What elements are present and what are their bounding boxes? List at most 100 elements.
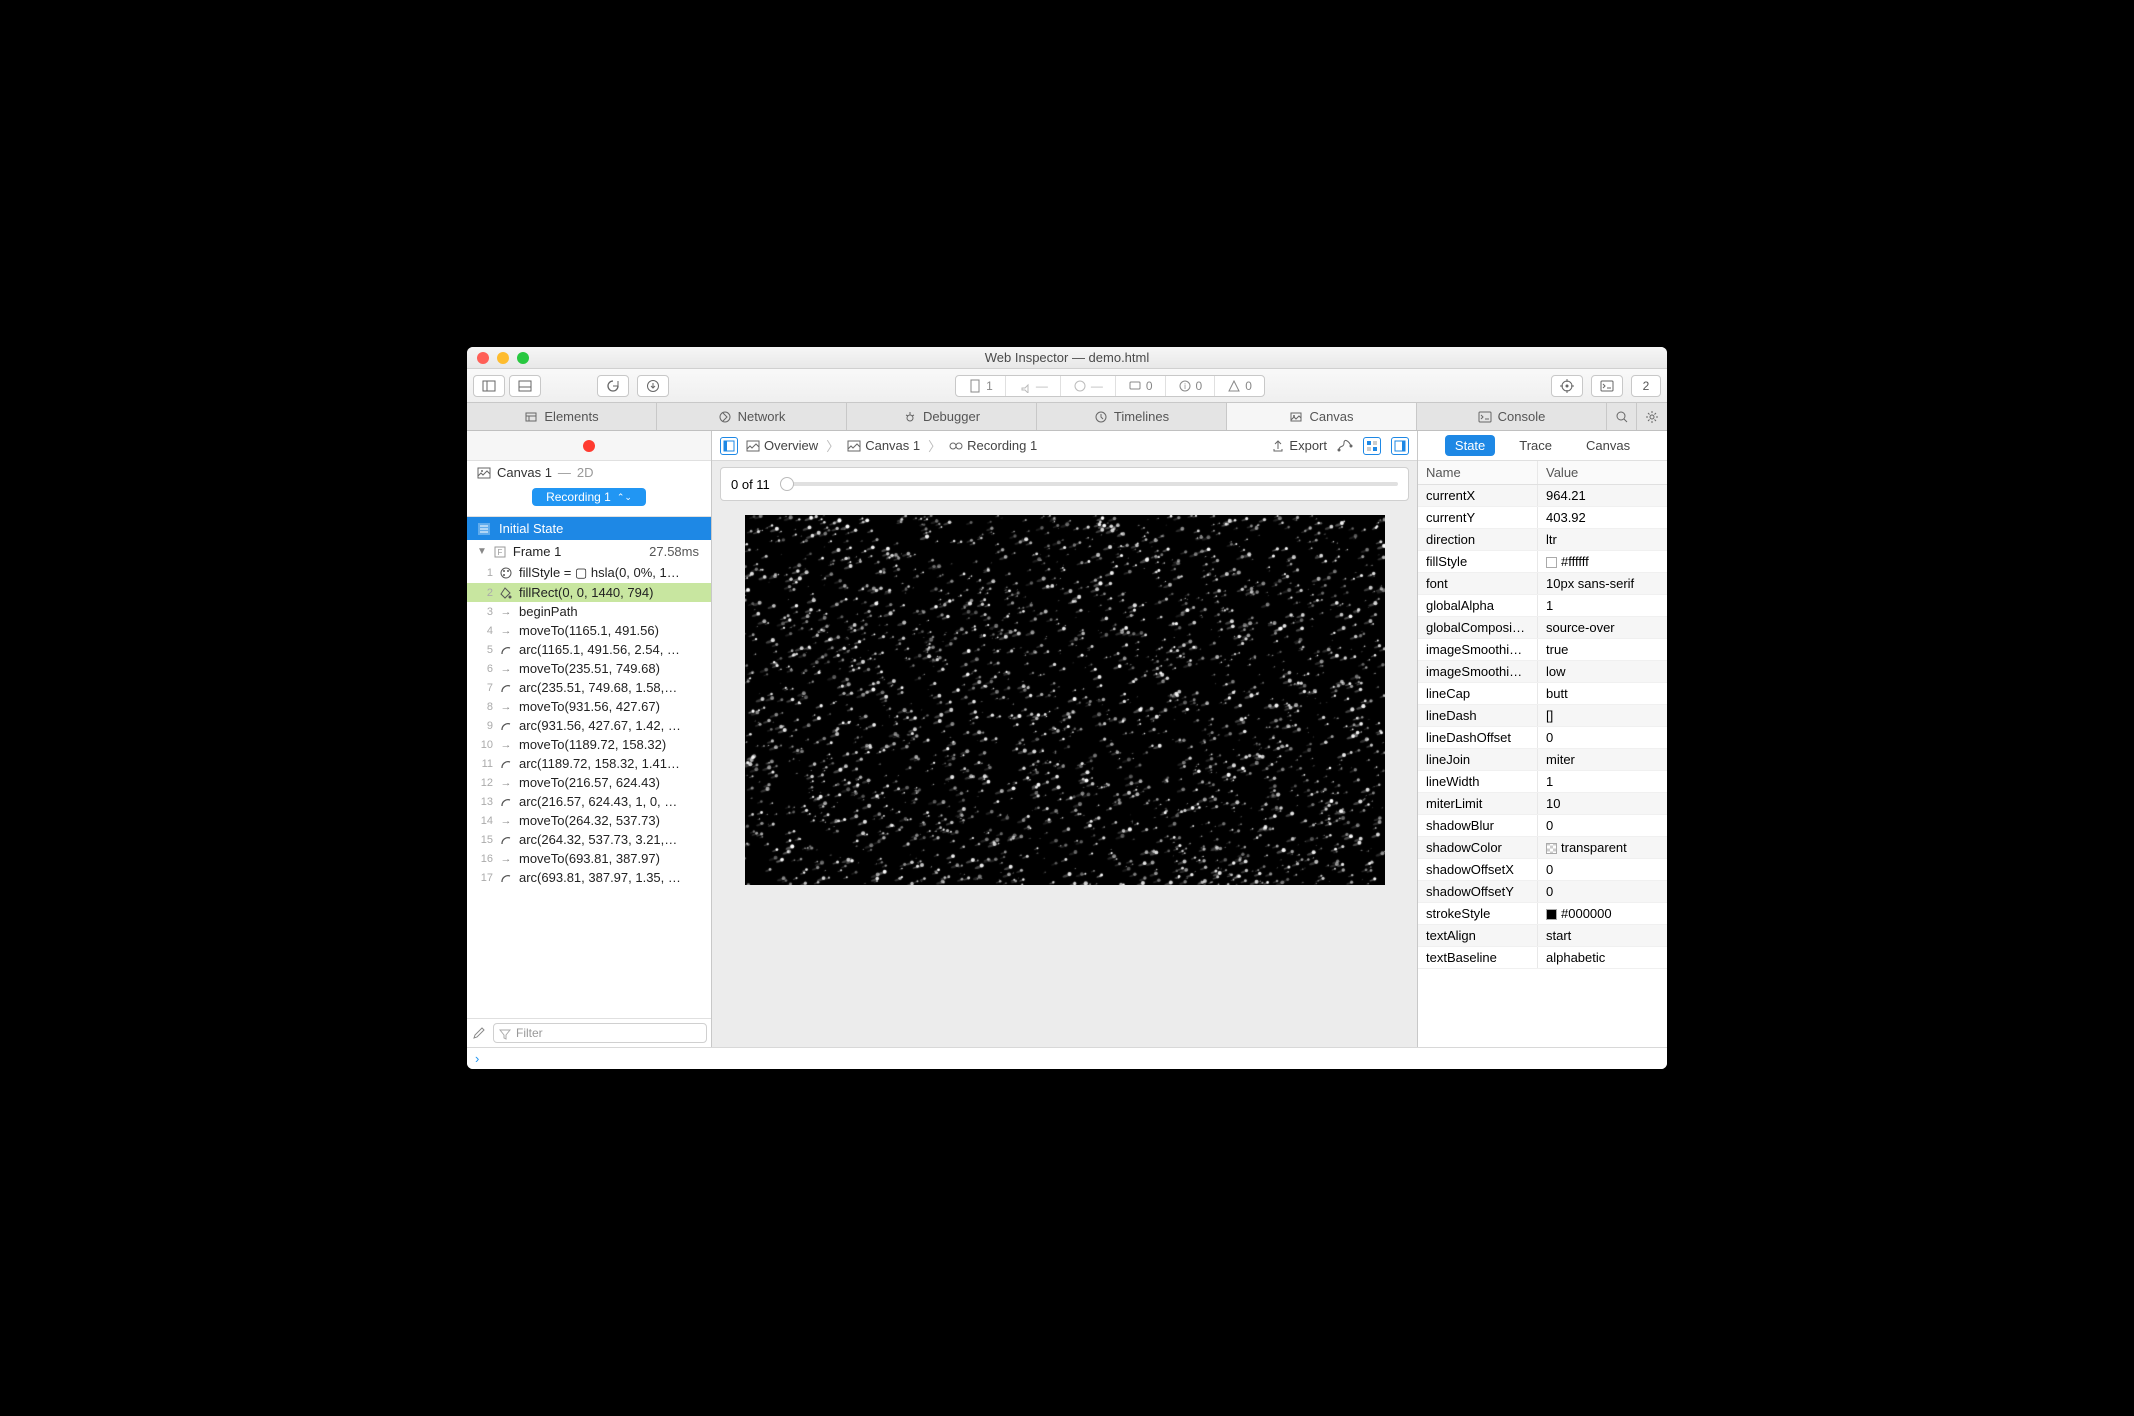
table-row[interactable]: shadowOffsetY0 [1418, 881, 1667, 903]
maximize-button[interactable] [517, 352, 529, 364]
image-icon [477, 466, 491, 480]
table-row[interactable]: font10px sans-serif [1418, 573, 1667, 595]
titlebar[interactable]: Web Inspector — demo.html [467, 347, 1667, 369]
action-item[interactable]: 6→moveTo(235.51, 749.68) [467, 659, 711, 678]
table-row[interactable]: miterLimit10 [1418, 793, 1667, 815]
action-item[interactable]: 13arc(216.57, 624.43, 1, 0, … [467, 792, 711, 811]
table-row[interactable]: directionltr [1418, 529, 1667, 551]
export-button[interactable]: Export [1271, 438, 1327, 453]
detail-sidebar: State Trace Canvas Name Value currentX96… [1417, 431, 1667, 1047]
doc-segment[interactable]: 1 [956, 376, 1006, 396]
tab-timelines[interactable]: Timelines [1037, 403, 1227, 430]
sidebar-left-toggle[interactable] [473, 375, 505, 397]
count-badge[interactable]: 2 [1631, 375, 1661, 397]
table-row[interactable]: currentX964.21 [1418, 485, 1667, 507]
minimize-button[interactable] [497, 352, 509, 364]
action-item[interactable]: 4→moveTo(1165.1, 491.56) [467, 621, 711, 640]
tab-canvas[interactable]: Canvas [1227, 403, 1417, 430]
crumb-canvas[interactable]: Canvas 1 [847, 438, 920, 453]
canvas-item[interactable]: Canvas 1— 2D [467, 461, 711, 484]
action-item[interactable]: 2fillRect(0, 0, 1440, 794) [467, 583, 711, 602]
record-dot-icon [583, 440, 595, 452]
breadcrumb-bar: Overview 〉 Canvas 1 〉 Recording 1 Export [712, 431, 1417, 461]
svg-text:i: i [1184, 382, 1186, 391]
action-list[interactable]: Initial State ▼ F Frame 1 27.58ms 1fillS… [467, 517, 711, 1018]
record-indicator[interactable] [467, 431, 711, 461]
action-item[interactable]: 14→moveTo(264.32, 537.73) [467, 811, 711, 830]
warn-segment[interactable]: 0 [1215, 376, 1264, 396]
action-item[interactable]: 12→moveTo(216.57, 624.43) [467, 773, 711, 792]
target-button[interactable] [1551, 375, 1583, 397]
action-item[interactable]: 10→moveTo(1189.72, 158.32) [467, 735, 711, 754]
filter-input[interactable]: Filter [493, 1023, 707, 1043]
pencil-icon[interactable] [471, 1025, 487, 1041]
tab-elements[interactable]: Elements [467, 403, 657, 430]
table-row[interactable]: shadowBlur0 [1418, 815, 1667, 837]
list-icon [477, 522, 491, 536]
tab-canvas-detail[interactable]: Canvas [1576, 435, 1640, 456]
message-segment[interactable]: 0 [1116, 376, 1166, 396]
table-row[interactable]: textAlignstart [1418, 925, 1667, 947]
action-item[interactable]: 3→beginPath [467, 602, 711, 621]
reload-button[interactable] [597, 375, 629, 397]
frame-item[interactable]: ▼ F Frame 1 27.58ms [467, 540, 711, 563]
status-segments: 1 — — 0 i0 0 [955, 375, 1265, 397]
action-item[interactable]: 15arc(264.32, 537.73, 3.21,… [467, 830, 711, 849]
crumb-overview[interactable]: Overview [746, 438, 818, 453]
action-item[interactable]: 9arc(931.56, 427.67, 1.42, … [467, 716, 711, 735]
tab-network[interactable]: Network [657, 403, 847, 430]
action-item[interactable]: 7arc(235.51, 749.68, 1.58,… [467, 678, 711, 697]
table-row[interactable]: lineCapbutt [1418, 683, 1667, 705]
action-item[interactable]: 8→moveTo(931.56, 427.67) [467, 697, 711, 716]
table-row[interactable]: lineJoinmiter [1418, 749, 1667, 771]
initial-state-item[interactable]: Initial State [467, 517, 711, 540]
table-row[interactable]: lineWidth1 [1418, 771, 1667, 793]
main: Overview 〉 Canvas 1 〉 Recording 1 Export… [712, 431, 1417, 1047]
path-icon[interactable] [1337, 438, 1353, 454]
table-row[interactable]: globalComposi…source-over [1418, 617, 1667, 639]
left-panel-toggle[interactable] [720, 437, 738, 455]
scrub-label: 0 of 11 [731, 477, 770, 492]
recording-select[interactable]: Recording 1⌃⌄ [532, 488, 646, 506]
console-prompt[interactable]: › [467, 1047, 1667, 1069]
settings-button[interactable] [1637, 403, 1667, 430]
table-row[interactable]: strokeStyle#000000 [1418, 903, 1667, 925]
console-button[interactable] [1591, 375, 1623, 397]
right-panel-toggle[interactable] [1391, 437, 1409, 455]
action-item[interactable]: 16→moveTo(693.81, 387.97) [467, 849, 711, 868]
action-item[interactable]: 5arc(1165.1, 491.56, 2.54, … [467, 640, 711, 659]
table-row[interactable]: lineDash[] [1418, 705, 1667, 727]
table-row[interactable]: shadowColortransparent [1418, 837, 1667, 859]
state-table[interactable]: Name Value currentX964.21currentY403.92d… [1418, 461, 1667, 1047]
window-title: Web Inspector — demo.html [467, 350, 1667, 365]
sidebar-footer: Filter [467, 1018, 711, 1047]
scrub-track[interactable] [780, 482, 1398, 486]
download-button[interactable] [637, 375, 669, 397]
scrub-thumb[interactable] [780, 477, 794, 491]
table-row[interactable]: imageSmoothi…low [1418, 661, 1667, 683]
table-row[interactable]: textBaselinealphabetic [1418, 947, 1667, 969]
table-row[interactable]: lineDashOffset0 [1418, 727, 1667, 749]
tab-debugger[interactable]: Debugger [847, 403, 1037, 430]
table-row[interactable]: currentY403.92 [1418, 507, 1667, 529]
action-item[interactable]: 17arc(693.81, 387.97, 1.35, … [467, 868, 711, 887]
traffic-lights [467, 352, 529, 364]
table-row[interactable]: globalAlpha1 [1418, 595, 1667, 617]
crumb-recording[interactable]: Recording 1 [949, 438, 1037, 453]
action-item[interactable]: 11arc(1189.72, 158.32, 1.41… [467, 754, 711, 773]
tab-state[interactable]: State [1445, 435, 1495, 456]
search-button[interactable] [1607, 403, 1637, 430]
grid-toggle[interactable] [1363, 437, 1381, 455]
table-row[interactable]: imageSmoothi…true [1418, 639, 1667, 661]
time-segment[interactable]: — [1061, 376, 1116, 396]
info-segment[interactable]: i0 [1166, 376, 1216, 396]
scrubber[interactable]: 0 of 11 [720, 467, 1409, 501]
action-item[interactable]: 1fillStyle = ▢ hsla(0, 0%, 1… [467, 563, 711, 583]
table-row[interactable]: shadowOffsetX0 [1418, 859, 1667, 881]
table-row[interactable]: fillStyle#ffffff [1418, 551, 1667, 573]
sidebar-bottom-toggle[interactable] [509, 375, 541, 397]
tab-console[interactable]: Console [1417, 403, 1607, 430]
close-button[interactable] [477, 352, 489, 364]
tab-trace[interactable]: Trace [1509, 435, 1562, 456]
mute-segment[interactable]: — [1006, 376, 1061, 396]
